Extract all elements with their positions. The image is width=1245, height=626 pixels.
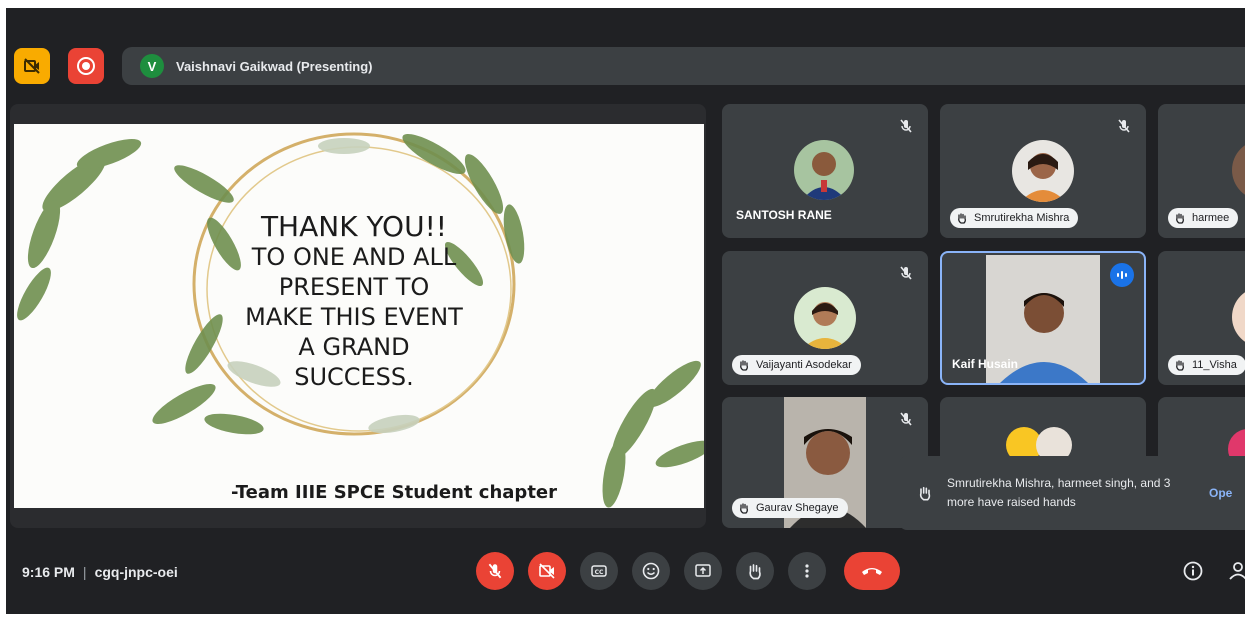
reactions-button[interactable]: [632, 552, 670, 590]
participant-tile[interactable]: SANTOSH RANE: [722, 104, 928, 238]
participant-tile[interactable]: [1158, 397, 1245, 457]
avatar: [1232, 287, 1245, 347]
present-screen-button[interactable]: [684, 552, 722, 590]
participant-name-chip: harmee: [1168, 208, 1239, 228]
present-icon: [695, 564, 711, 577]
slide-line-4: MAKE THIS EVENT: [245, 303, 463, 331]
slide-line-5: A GRAND: [298, 333, 410, 361]
clock-time: 9:16 PM: [22, 564, 75, 580]
participant-name-chip: Gaurav Shegaye: [732, 498, 848, 518]
people-icon[interactable]: [1228, 560, 1245, 582]
presenter-avatar: V: [140, 54, 164, 78]
meeting-code: cgq-jnpc-oei: [94, 564, 178, 580]
svg-text:CC: CC: [595, 569, 604, 576]
participant-tile[interactable]: harmee: [1158, 104, 1245, 238]
slide-line-3: PRESENT TO: [278, 273, 430, 301]
participant-name-chip: 11_Visha: [1168, 355, 1245, 375]
camera-toggle-button[interactable]: [528, 552, 566, 590]
speaking-indicator: [1110, 263, 1134, 287]
leave-call-button[interactable]: [844, 552, 900, 590]
participant-name: Vaijayanti Asodekar: [756, 359, 852, 371]
participant-name-chip: Smrutirekha Mishra: [950, 208, 1079, 228]
camera-off-icon: [539, 563, 555, 579]
mic-toggle-button[interactable]: [476, 552, 514, 590]
participant-name: harmee: [1192, 212, 1230, 224]
mic-off-icon: [1118, 119, 1130, 133]
captions-button[interactable]: CC: [580, 552, 618, 590]
stop-camera-button[interactable]: [14, 48, 50, 84]
raised-hand-icon: [749, 564, 761, 580]
info-icon[interactable]: [1182, 560, 1204, 582]
raised-hand-icon: [1176, 360, 1184, 371]
raise-hand-button[interactable]: [736, 552, 774, 590]
presenter-banner: V Vaishnavi Gaikwad (Presenting): [122, 47, 1245, 85]
presentation-tile[interactable]: THANK YOU!! TO ONE AND ALL PRESENT TO MA…: [10, 104, 706, 528]
raised-hand-icon: [740, 503, 748, 514]
slide-line-6: SUCCESS.: [294, 363, 414, 391]
record-button[interactable]: [68, 48, 104, 84]
participant-tile[interactable]: Vaijayanti Asodekar: [722, 251, 928, 385]
raised-hand-icon: [919, 486, 931, 501]
slide-team-credit: -Team IIIE SPCE Student chapter: [230, 482, 558, 503]
presenter-label: Vaishnavi Gaikwad (Presenting): [176, 58, 373, 74]
participant-name: Kaif Husain: [952, 357, 1019, 371]
participant-tile[interactable]: Smrutirekha Mishra: [940, 104, 1146, 238]
participant-name: SANTOSH RANE: [736, 208, 832, 222]
participant-name: Gaurav Shegaye: [756, 502, 839, 514]
camera-off-icon: [24, 58, 40, 74]
notification-text: Smrutirekha Mishra, harmeet singh, and 3…: [947, 476, 1171, 509]
presenting-bar: V Vaishnavi Gaikwad (Presenting): [6, 44, 1245, 88]
mic-off-icon: [900, 266, 912, 280]
mic-off-icon: [900, 119, 912, 133]
raised-hands-notification: Smrutirekha Mishra, harmeet singh, and 3…: [899, 456, 1245, 530]
avatar: [794, 287, 856, 349]
slide-line-1: THANK YOU!!: [260, 210, 448, 243]
raised-hand-icon: [1176, 213, 1184, 224]
mic-off-icon: [900, 412, 912, 426]
participant-tile[interactable]: Gaurav Shegaye: [722, 397, 928, 528]
emoji-icon: [642, 562, 660, 580]
captions-icon: CC: [591, 565, 607, 577]
slide-line-2: TO ONE AND ALL: [251, 243, 457, 271]
participant-name: 11_Visha: [1192, 359, 1237, 371]
more-options-button[interactable]: [788, 552, 826, 590]
raised-hand-icon: [958, 213, 966, 224]
open-queue-link[interactable]: Ope: [1209, 486, 1232, 500]
raised-hand-icon: [740, 360, 748, 371]
avatar: [1036, 427, 1072, 457]
participant-tile[interactable]: 11_Visha: [1158, 251, 1245, 385]
audio-wave-icon: [1117, 271, 1127, 279]
mic-off-icon: [488, 563, 502, 579]
presentation-slide: THANK YOU!! TO ONE AND ALL PRESENT TO MA…: [14, 124, 704, 508]
hang-up-icon: [862, 568, 882, 575]
more-vert-icon: [805, 564, 809, 578]
participant-name-chip: Vaijayanti Asodekar: [732, 355, 861, 375]
meeting-controls: 9:16 PM | cgq-jnpc-oei CC: [6, 538, 1245, 608]
slide-message: THANK YOU!! TO ONE AND ALL PRESENT TO MA…: [204, 212, 504, 392]
avatar: [1012, 140, 1074, 202]
participant-tile[interactable]: [940, 397, 1146, 457]
record-icon: [77, 57, 95, 75]
meeting-info: 9:16 PM | cgq-jnpc-oei: [22, 564, 178, 580]
participant-tile-speaking[interactable]: Kaif Husain: [940, 251, 1146, 385]
participant-name: Smrutirekha Mishra: [974, 212, 1070, 224]
meet-window: V Vaishnavi Gaikwad (Presenting) THANK Y…: [6, 8, 1245, 614]
avatar: [1232, 140, 1245, 200]
avatar: [1228, 429, 1245, 457]
avatar: [794, 140, 854, 200]
